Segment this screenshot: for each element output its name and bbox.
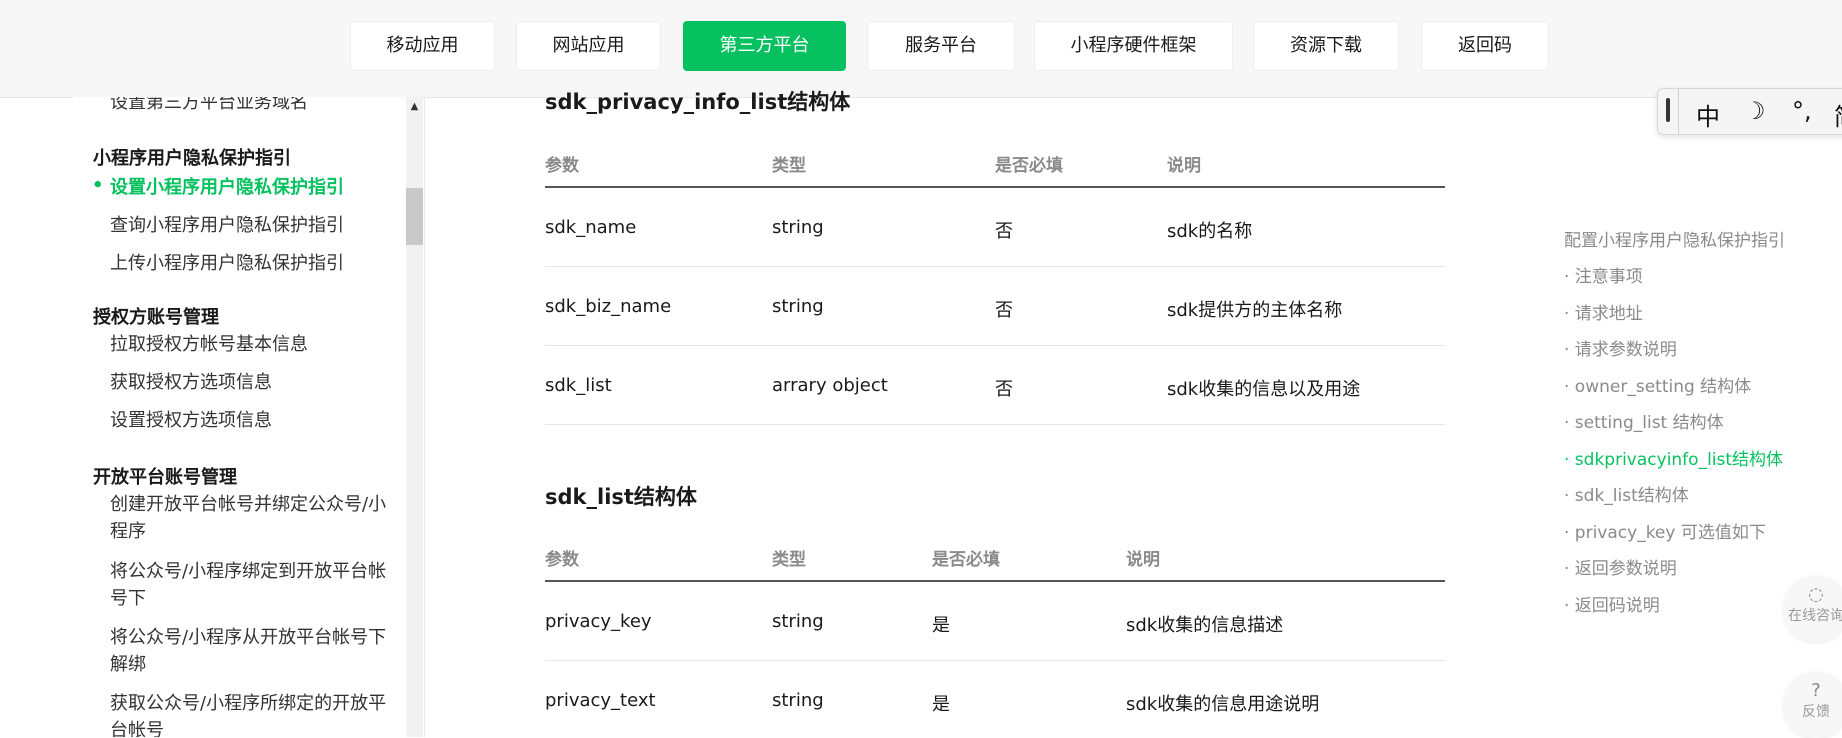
table2-header-param: 参数 — [545, 550, 579, 570]
section-title-sdk-list: sdk_list结构体 — [545, 485, 697, 509]
table-cell: sdk收集的信息以及用途 — [1167, 379, 1361, 400]
scroll-up-arrow-icon[interactable]: ▲ — [406, 100, 423, 114]
table1-header-type: 类型 — [772, 156, 806, 176]
table-cell: sdk提供方的主体名称 — [1167, 300, 1343, 321]
ime-moon-icon[interactable]: ☽ — [1744, 97, 1766, 125]
feedback-button[interactable]: ? 反馈 — [1783, 672, 1842, 738]
ime-simplified-icon[interactable]: 简 — [1834, 97, 1842, 132]
sidebar-item-set-privacy[interactable]: 设置小程序用户隐私保护指引 — [110, 174, 390, 201]
table-row-divider — [545, 660, 1445, 661]
sidebar-scrollbar-thumb[interactable] — [406, 188, 423, 245]
nav-miniprogram-hardware[interactable]: 小程序硬件框架 — [1034, 21, 1233, 71]
toc-item[interactable]: · 请求地址 — [1564, 299, 1643, 324]
feedback-label: 反馈 — [1802, 704, 1830, 720]
sidebar-item-get-open-account[interactable]: 获取公众号/小程序所绑定的开放平台帐号 — [110, 690, 390, 737]
sidebar-group-authorizer: 授权方账号管理 — [93, 307, 219, 328]
table1-header-rule — [545, 186, 1445, 188]
table1-header-desc: 说明 — [1167, 156, 1201, 176]
sidebar-item-get-authorizer-info[interactable]: 拉取授权方帐号基本信息 — [110, 331, 390, 358]
table-cell: sdk_name — [545, 217, 637, 238]
content-divider — [424, 97, 425, 737]
online-consult-button[interactable]: ◌ 在线咨询 — [1783, 576, 1842, 642]
sidebar-group-open-account: 开放平台账号管理 — [93, 467, 237, 488]
nav-return-code[interactable]: 返回码 — [1421, 21, 1549, 71]
table-cell: privacy_text — [545, 690, 656, 711]
table-cell: sdk收集的信息描述 — [1126, 615, 1284, 636]
sidebar-item-get-authorizer-option[interactable]: 获取授权方选项信息 — [110, 369, 390, 396]
ime-divider — [1678, 89, 1679, 134]
nav-third-party-platform[interactable]: 第三方平台 — [683, 21, 846, 71]
toc-item[interactable]: · sdk_list结构体 — [1564, 481, 1689, 506]
nav-mobile-app[interactable]: 移动应用 — [350, 21, 495, 71]
nav-website-app[interactable]: 网站应用 — [516, 21, 661, 71]
table-cell: string — [772, 611, 824, 632]
table-cell: privacy_key — [545, 611, 652, 632]
ime-chinese-mode-icon[interactable]: 中 — [1696, 97, 1720, 132]
table-cell: arrary object — [772, 375, 888, 396]
table-cell: sdk_list — [545, 375, 612, 396]
sidebar-item-set-authorizer-option[interactable]: 设置授权方选项信息 — [110, 407, 390, 434]
nav-resource-download[interactable]: 资源下载 — [1253, 21, 1399, 71]
headset-icon: ◌ — [1808, 584, 1824, 605]
table-row-divider — [545, 266, 1445, 267]
toc-item[interactable]: · 请求参数说明 — [1564, 335, 1677, 360]
ime-punctuation-icon[interactable]: °, — [1792, 97, 1812, 125]
table-cell: string — [772, 217, 824, 238]
section-title-sdk-privacy-info-list: sdk_privacy_info_list结构体 — [545, 90, 851, 114]
toc-item[interactable]: · privacy_key 可选值如下 — [1564, 518, 1766, 543]
left-sidebar: 设置第三方平台业务域名 小程序用户隐私保护指引 • 设置小程序用户隐私保护指引 … — [73, 97, 406, 737]
table2-header-rule — [545, 580, 1445, 582]
toc-title[interactable]: 配置小程序用户隐私保护指引 — [1564, 226, 1785, 251]
table-row-divider — [545, 345, 1445, 346]
table-cell: 否 — [995, 379, 1013, 400]
toc-item[interactable]: · 返回参数说明 — [1564, 554, 1677, 579]
online-consult-label: 在线咨询 — [1788, 608, 1842, 624]
sidebar-group-privacy: 小程序用户隐私保护指引 — [93, 148, 291, 169]
table2-header-desc: 说明 — [1126, 550, 1160, 570]
sidebar-item-unbind-open-account[interactable]: 将公众号/小程序从开放平台帐号下解绑 — [110, 624, 390, 678]
table1-header-required: 是否必填 — [995, 156, 1063, 176]
ime-drag-handle-icon[interactable] — [1666, 98, 1670, 122]
sidebar-item-upload-privacy[interactable]: 上传小程序用户隐私保护指引 — [110, 250, 390, 277]
sidebar-item-bind-open-account[interactable]: 将公众号/小程序绑定到开放平台帐号下 — [110, 558, 390, 612]
table-cell: string — [772, 690, 824, 711]
table1-header-param: 参数 — [545, 156, 579, 176]
active-bullet-icon: • — [92, 175, 104, 196]
toc-item[interactable]: · setting_list 结构体 — [1564, 408, 1724, 433]
table-row-divider — [545, 424, 1445, 425]
table-cell: 否 — [995, 221, 1013, 242]
question-icon: ? — [1811, 680, 1821, 701]
sidebar-item-create-open-account[interactable]: 创建开放平台帐号并绑定公众号/小程序 — [110, 491, 390, 545]
toc-item-active[interactable]: · sdkprivacyinfo_list结构体 — [1564, 445, 1783, 470]
table-cell: 是 — [932, 694, 950, 715]
toc-item[interactable]: · 返回码说明 — [1564, 591, 1660, 616]
ime-toolbar[interactable]: 中 ☽ °, 简 — [1657, 88, 1842, 135]
table-cell: sdk的名称 — [1167, 221, 1253, 242]
table2-header-type: 类型 — [772, 550, 806, 570]
table2-header-required: 是否必填 — [932, 550, 1000, 570]
table-cell: sdk_biz_name — [545, 296, 672, 317]
top-navigation-bar: 移动应用 网站应用 第三方平台 服务平台 小程序硬件框架 资源下载 返回码 — [0, 0, 1842, 98]
sidebar-item-query-privacy[interactable]: 查询小程序用户隐私保护指引 — [110, 212, 390, 239]
table-cell: string — [772, 296, 824, 317]
sidebar-item-set-domain[interactable]: 设置第三方平台业务域名 — [110, 97, 390, 116]
toc-item[interactable]: · 注意事项 — [1564, 262, 1643, 287]
table-cell: 否 — [995, 300, 1013, 321]
table-cell: 是 — [932, 615, 950, 636]
nav-service-platform[interactable]: 服务平台 — [867, 21, 1015, 71]
table-cell: sdk收集的信息用途说明 — [1126, 694, 1320, 715]
toc-item[interactable]: · owner_setting 结构体 — [1564, 372, 1751, 397]
